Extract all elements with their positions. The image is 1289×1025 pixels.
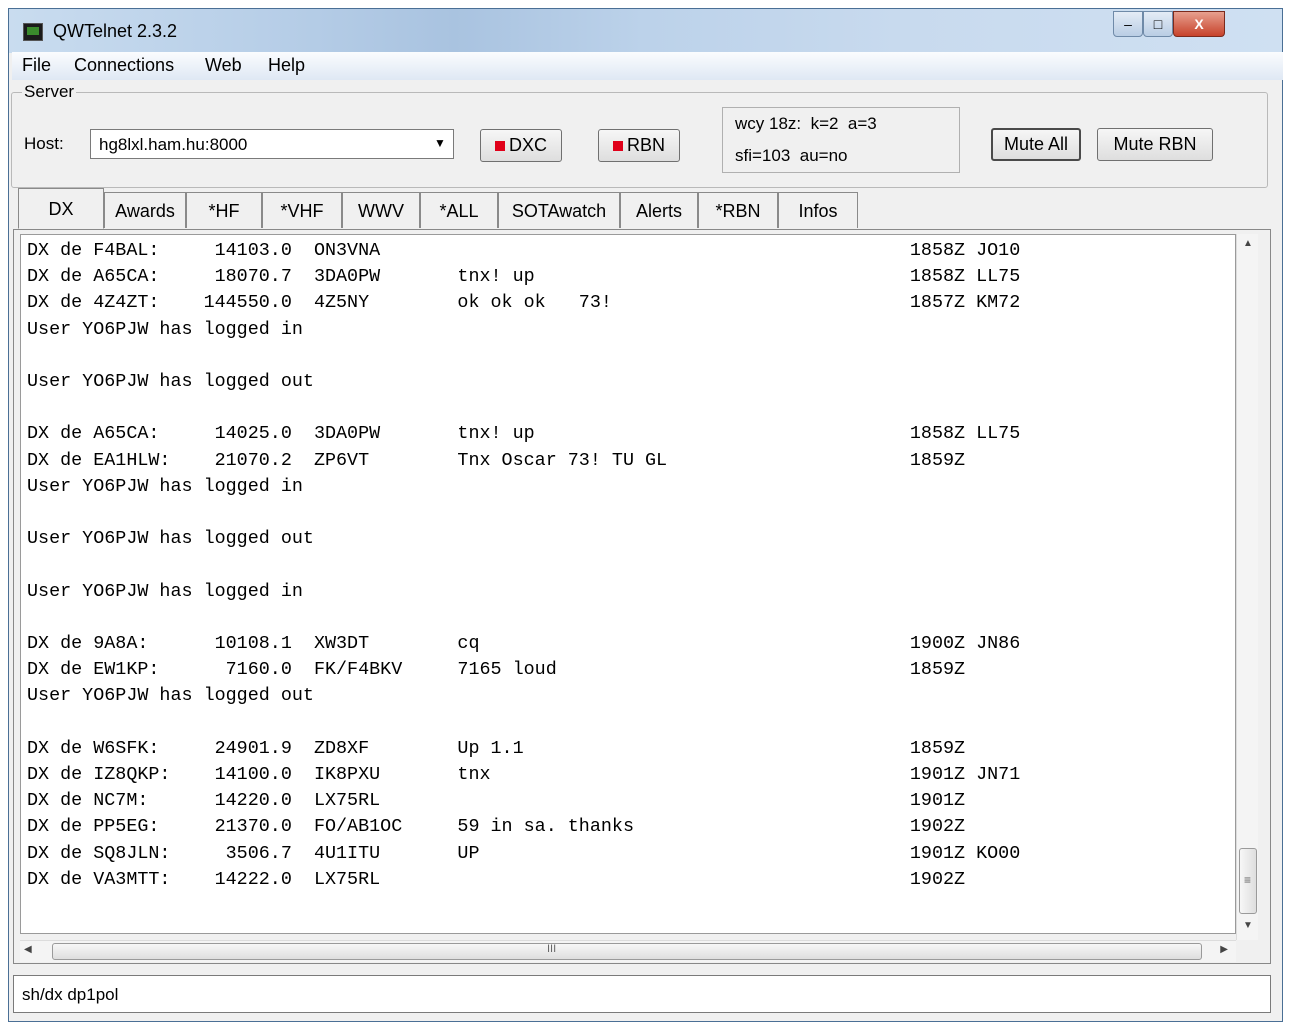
dxc-indicator-icon [494, 140, 505, 151]
menu-connections[interactable]: Connections [74, 55, 174, 76]
tab-all[interactable]: *ALL [420, 192, 498, 228]
vertical-scroll-thumb[interactable]: ≡ [1239, 848, 1257, 914]
console-line: User YO6PJW has logged out [27, 528, 314, 550]
tab-dx[interactable]: DX [18, 188, 104, 229]
dxc-label: DXC [508, 135, 547, 155]
dropdown-arrow-icon[interactable]: ▼ [431, 136, 449, 152]
console-line: DX de NC7M: 14220.0 LX75RL 1901Z [27, 790, 966, 812]
window-title: QWTelnet 2.3.2 [53, 21, 178, 41]
menu-file[interactable]: File [22, 55, 51, 76]
console-line: DX de A65CA: 14025.0 3DA0PW tnx! up 1858… [27, 423, 1021, 445]
tab-awards[interactable]: Awards [104, 192, 186, 228]
console-line: User YO6PJW has logged out [27, 371, 314, 392]
grip-icon: ≡ [1244, 873, 1252, 887]
menu-bar: File Connections Web Help [12, 52, 1283, 80]
tab-sotawatch[interactable]: SOTAwatch [498, 192, 620, 228]
console-line: DX de PP5EG: 21370.0 FO/AB1OC 59 in sa. … [27, 816, 966, 838]
close-button[interactable]: X [1173, 11, 1225, 37]
horizontal-scrollbar[interactable]: ◀ III ▶ [20, 940, 1236, 962]
console-line: User YO6PJW has logged out [27, 685, 314, 707]
sfi-info: sfi=103 au=no [735, 146, 848, 165]
mute-rbn-button[interactable]: Mute RBN [1097, 128, 1213, 161]
scroll-left-icon[interactable]: ◀ [24, 944, 32, 955]
mute-all-button[interactable]: Mute All [991, 128, 1081, 161]
tab-rbn[interactable]: *RBN [698, 192, 778, 228]
title-bar[interactable]: QWTelnet 2.3.2 – □ X [9, 9, 1282, 53]
console-line: User YO6PJW has logged in [27, 580, 303, 602]
console-line: DX de W6SFK: 24901.9 ZD8XF Up 1.1 1859Z [27, 737, 966, 759]
tab-alerts[interactable]: Alerts [620, 192, 698, 228]
server-legend: Server [22, 82, 77, 102]
console-line: DX de IZ8QKP: 14100.0 IK8PXU tnx 1901Z J… [27, 764, 1021, 785]
scroll-right-icon[interactable]: ▶ [1220, 944, 1228, 955]
command-input-value: sh/dx dp1pol [22, 985, 119, 1004]
vertical-scrollbar[interactable]: ▲ ≡ ▼ [1236, 234, 1258, 940]
app-icon [23, 23, 43, 41]
dx-console[interactable]: DX de F4BAL: 14103.0 ON3VNA 1858Z JO10 DX… [20, 234, 1236, 934]
rbn-indicator-icon [612, 140, 623, 151]
wcy-info: wcy 18z: k=2 a=3 [735, 114, 877, 133]
rbn-label: RBN [626, 135, 665, 155]
horizontal-scroll-thumb[interactable]: III [52, 943, 1202, 960]
minimize-icon: – [1124, 16, 1132, 32]
console-line: User YO6PJW has logged in [27, 318, 303, 340]
menu-web[interactable]: Web [205, 55, 242, 76]
host-label: Host: [24, 134, 64, 153]
console-line: DX de SQ8JLN: 3506.7 4U1ITU UP 1901Z KO0… [27, 842, 1021, 864]
rbn-button[interactable]: RBN [598, 129, 680, 162]
propagation-info: wcy 18z: k=2 a=3 sfi=103 au=no [722, 107, 960, 173]
close-icon: X [1194, 16, 1204, 32]
tab-vhf[interactable]: *VHF [262, 192, 342, 228]
minimize-button[interactable]: – [1113, 11, 1143, 37]
maximize-button[interactable]: □ [1143, 11, 1173, 37]
scroll-up-icon[interactable]: ▲ [1237, 238, 1259, 254]
console-line: DX de A65CA: 18070.7 3DA0PW tnx! up 1858… [27, 266, 1021, 288]
console-line: DX de 9A8A: 10108.1 XW3DT cq 1900Z JN86 [27, 633, 1021, 654]
command-input[interactable]: sh/dx dp1pol [13, 975, 1271, 1013]
console-line: DX de EW1KP: 7160.0 FK/F4BKV 7165 loud 1… [27, 659, 966, 681]
tab-infos[interactable]: Infos [778, 192, 858, 228]
tab-wwv[interactable]: WWV [342, 192, 420, 228]
console-line: DX de VA3MTT: 14222.0 LX75RL 1902Z [27, 868, 966, 890]
console-line: DX de 4Z4ZT: 144550.0 4Z5NY ok ok ok 73!… [27, 292, 1021, 314]
scroll-down-icon[interactable]: ▼ [1237, 920, 1259, 936]
console-line: DX de EA1HLW: 21070.2 ZP6VT Tnx Oscar 73… [27, 449, 966, 471]
tab-hf[interactable]: *HF [186, 192, 262, 228]
menu-help[interactable]: Help [268, 55, 305, 76]
host-value: hg8lxl.ham.hu:8000 [99, 135, 248, 154]
maximize-icon: □ [1153, 16, 1163, 32]
grip-icon: III [547, 943, 557, 955]
console-line: User YO6PJW has logged in [27, 475, 303, 497]
host-select[interactable]: hg8lxl.ham.hu:8000 ▼ [90, 129, 454, 159]
dxc-button[interactable]: DXC [480, 129, 562, 162]
console-line: DX de F4BAL: 14103.0 ON3VNA 1858Z JO10 [27, 240, 1021, 261]
